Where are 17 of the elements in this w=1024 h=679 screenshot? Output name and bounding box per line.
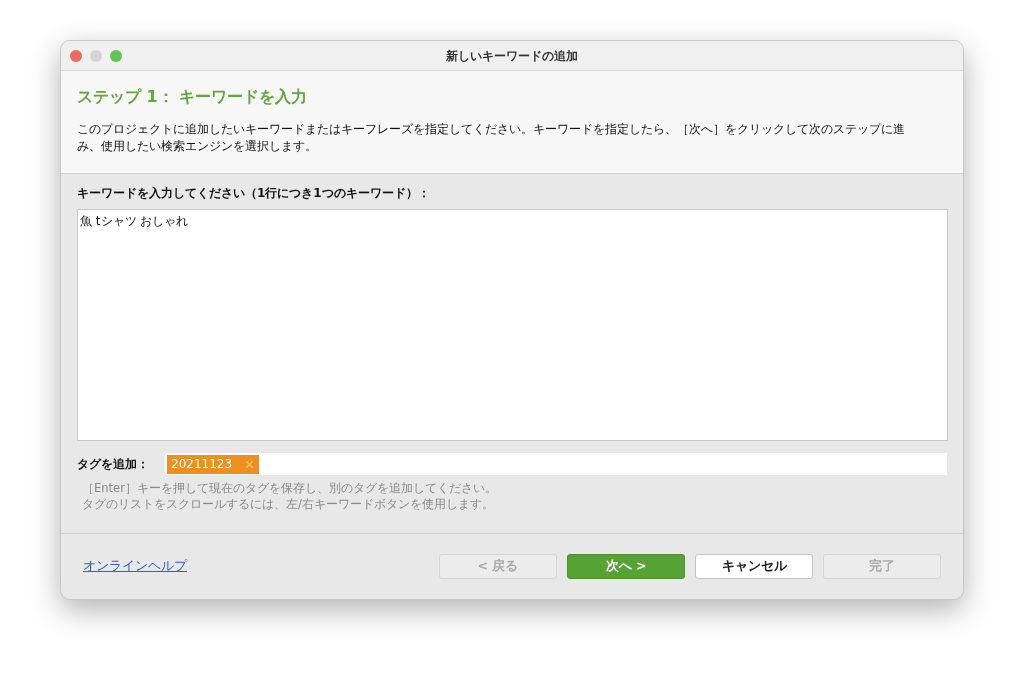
window-title: 新しいキーワードの追加: [446, 47, 578, 65]
step-title: ステップ 1： キーワードを入力: [77, 86, 309, 108]
tags-input-field[interactable]: 20211123: [165, 453, 947, 475]
close-icon[interactable]: [70, 49, 82, 62]
dialog-button[interactable]: キャンセル: [695, 554, 813, 579]
online-help-link[interactable]: オンラインヘルプ: [83, 557, 187, 576]
step-description: このプロジェクトに追加したいキーワードまたはキーフレーズを指定してください。キーワードを指定したら、［次へ］をクリックして次のステップに進み、使用したい検索エンジンを選択します。: [77, 121, 906, 155]
dialog-button[interactable]: 次へ >: [567, 554, 685, 579]
keywords-input-field[interactable]: 魚 tシャツ おしゃれ: [77, 209, 948, 441]
minimize-icon[interactable]: [90, 49, 102, 62]
hint-text: タグのリストをスクロールするには、左/右キーワードボタンを使用します。: [82, 496, 495, 512]
remove-icon[interactable]: [244, 458, 256, 470]
keywords-label: キーワードを入力してください（1行につき1つのキーワード）：: [77, 185, 431, 202]
hint-text: ［Enter］キーを押して現在のタグを保存し、別のタグを追加してください。: [82, 480, 498, 496]
zoom-icon[interactable]: [110, 49, 122, 62]
tag-chip[interactable]: 20211123: [167, 454, 260, 474]
tags-label: タグを追加：: [77, 456, 150, 473]
